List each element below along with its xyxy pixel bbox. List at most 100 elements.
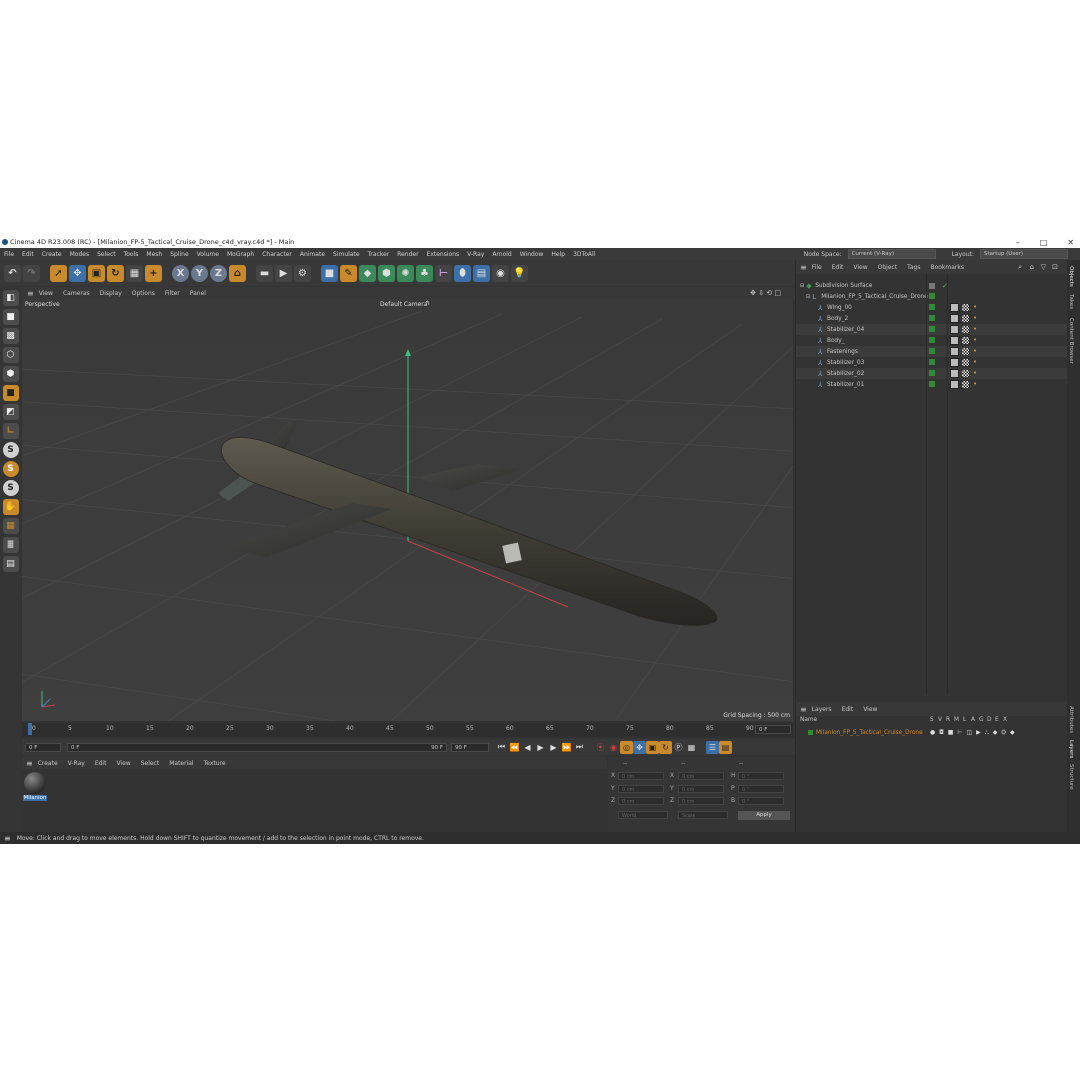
obj-home-icon[interactable]: ⌂	[1030, 263, 1034, 271]
go-to-start-icon[interactable]: ⏮	[495, 741, 508, 754]
viewport-menu-icon[interactable]: ≡	[27, 289, 34, 298]
rotate-tool-icon[interactable]: ↻	[107, 264, 124, 282]
tab-objects[interactable]: Objects	[1068, 266, 1074, 287]
uvw-tag-icon[interactable]	[962, 370, 969, 377]
frame-range-slider[interactable]: 0 F 90 F	[67, 742, 447, 752]
object-row[interactable]: ⊟ ◆ Subdivision Surface ✓	[796, 280, 1068, 291]
polygons-mode-icon[interactable]: ■	[2, 385, 19, 401]
vp-menu-panel[interactable]: Panel	[185, 290, 211, 297]
key-rotation-icon[interactable]: ↻	[659, 740, 672, 754]
menu-render[interactable]: Render	[393, 251, 422, 258]
key-scale-icon[interactable]: ▣	[646, 740, 659, 754]
object-row[interactable]: ⅄ Body_ •	[796, 335, 1068, 346]
obj-menu-object[interactable]: Object	[873, 264, 903, 271]
menu-3dtoall[interactable]: 3DToAll	[569, 251, 599, 258]
status-menu-icon[interactable]: ≡	[4, 834, 11, 843]
subdivision-icon[interactable]: ◆	[359, 264, 376, 282]
key-pla-icon[interactable]: ▦	[685, 741, 698, 754]
layer-menu-icon[interactable]: ≡	[800, 705, 807, 714]
cube-icon[interactable]: ■	[321, 264, 338, 282]
object-row[interactable]: ⅄ Stabilizer_03 •	[796, 357, 1068, 368]
mat-menu-create[interactable]: Create	[33, 760, 63, 767]
uvw-tag-icon[interactable]	[962, 348, 969, 355]
size-x-field[interactable]: 0 cm	[678, 772, 724, 780]
tweak-icon[interactable]: ✋	[2, 499, 19, 515]
prev-key-icon[interactable]: ⏪	[508, 741, 521, 754]
menu-create[interactable]: Create	[38, 251, 66, 258]
vp-menu-display[interactable]: Display	[95, 290, 127, 297]
layer-menu-edit[interactable]: Edit	[837, 706, 859, 713]
start-frame-field[interactable]: 0 F	[25, 742, 61, 752]
x-axis-lock-icon[interactable]: X	[172, 264, 189, 282]
model-mode-icon[interactable]: ■	[2, 309, 19, 325]
go-to-end-icon[interactable]: ⏭	[573, 741, 586, 754]
material-tag-icon[interactable]: •	[973, 326, 979, 333]
render-to-picture-viewer-icon[interactable]: ▶	[275, 264, 292, 282]
material-tag-icon[interactable]: •	[973, 315, 979, 322]
pos-x-field[interactable]: 0 cm	[618, 772, 664, 780]
vp-menu-cameras[interactable]: Cameras	[58, 290, 95, 297]
layer-name[interactable]: Milanion_FP_5_Tactical_Cruise_Drone	[816, 730, 923, 736]
object-row[interactable]: ⅄ Stabilizer_01 •	[796, 379, 1068, 390]
viewport-nav-icons[interactable]: ✥ ⇩ ⟲ □	[750, 289, 781, 297]
coordinate-system-icon[interactable]: ⌂	[229, 264, 246, 282]
material-tag-icon[interactable]: •	[973, 348, 979, 355]
menu-simulate[interactable]: Simulate	[329, 251, 364, 258]
menu-volume[interactable]: Volume	[193, 251, 223, 258]
autokey-icon[interactable]: ◉	[607, 741, 620, 754]
mat-menu-texture[interactable]: Texture	[199, 760, 231, 767]
material-swatch[interactable]: Milanion	[23, 771, 47, 805]
deformer-icon[interactable]: ⊢	[435, 264, 452, 282]
obj-new-window-icon[interactable]: ⊡	[1052, 263, 1058, 271]
uvw-tag-icon[interactable]	[962, 315, 969, 322]
phong-tag-icon[interactable]	[950, 380, 959, 389]
points-mode-icon[interactable]: ⬡	[2, 347, 19, 363]
move-tool-icon[interactable]: ✥	[69, 264, 86, 282]
field-icon[interactable]: ⬮	[454, 264, 471, 282]
phong-tag-icon[interactable]	[950, 336, 959, 345]
floor-icon[interactable]: ▤	[473, 264, 490, 282]
menu-tracker[interactable]: Tracker	[364, 251, 394, 258]
menu-edit[interactable]: Edit	[18, 251, 38, 258]
snap-icon[interactable]: S	[2, 442, 19, 458]
layer-menu-view[interactable]: View	[858, 706, 882, 713]
redo-icon[interactable]: ↷	[23, 264, 40, 282]
maximize-button[interactable]: □	[1040, 238, 1048, 247]
record-keys-icon[interactable]: ⦿	[594, 741, 607, 754]
grid-icon[interactable]: ▦	[2, 518, 19, 534]
mat-menu-material[interactable]: Material	[164, 760, 198, 767]
tab-takes[interactable]: Takes	[1068, 294, 1074, 309]
obj-search-icon[interactable]: ⌕	[1018, 263, 1022, 272]
material-tag-icon[interactable]: •	[973, 359, 979, 366]
tab-content-browser[interactable]: Content Browser	[1068, 318, 1074, 364]
menu-arnold[interactable]: Arnold	[488, 251, 515, 258]
size-y-field[interactable]: 0 cm	[678, 785, 724, 793]
layer-flags-icons[interactable]: ● ◘ ■ ⊢ ◫ ▶ ⛬ ◆ ⛭ ◆	[930, 729, 1016, 737]
object-menu-icon[interactable]: ≡	[800, 263, 807, 272]
vp-menu-view[interactable]: View	[34, 290, 58, 297]
light-icon[interactable]: 💡	[511, 264, 528, 282]
menu-help[interactable]: Help	[547, 251, 569, 258]
add-tool-icon[interactable]: +	[145, 264, 162, 282]
phong-tag-icon[interactable]	[950, 303, 959, 312]
menu-mograph[interactable]: MoGraph	[223, 251, 258, 258]
tab-attributes[interactable]: Attributes	[1068, 706, 1074, 733]
render-view-icon[interactable]: ▬	[256, 264, 273, 282]
timeline-ruler[interactable]: 0 5 10 15 20 25 30 35 40 45 50 55 60 65 …	[22, 723, 793, 737]
lock-workplane-icon[interactable]: ▤	[2, 556, 19, 572]
select-tool-icon[interactable]: ➚	[50, 264, 67, 282]
menu-tools[interactable]: Tools	[120, 251, 143, 258]
rot-b-field[interactable]: 0 °	[738, 797, 784, 805]
uvw-tag-icon[interactable]	[962, 359, 969, 366]
material-tag-icon[interactable]: •	[973, 337, 979, 344]
scale-tool-icon[interactable]: ▣	[88, 264, 105, 282]
object-row[interactable]: ⅄ Fastenings •	[796, 346, 1068, 357]
apply-button[interactable]: Apply	[738, 811, 790, 820]
mograph-icon[interactable]: ♣	[416, 264, 433, 282]
menu-extensions[interactable]: Extensions	[423, 251, 464, 258]
tab-layers[interactable]: Layers	[1068, 740, 1074, 758]
phong-tag-icon[interactable]	[950, 325, 959, 334]
play-icon[interactable]: ▶	[534, 741, 547, 754]
key-param-icon[interactable]: Ⓟ	[672, 741, 685, 754]
menu-mesh[interactable]: Mesh	[142, 251, 166, 258]
